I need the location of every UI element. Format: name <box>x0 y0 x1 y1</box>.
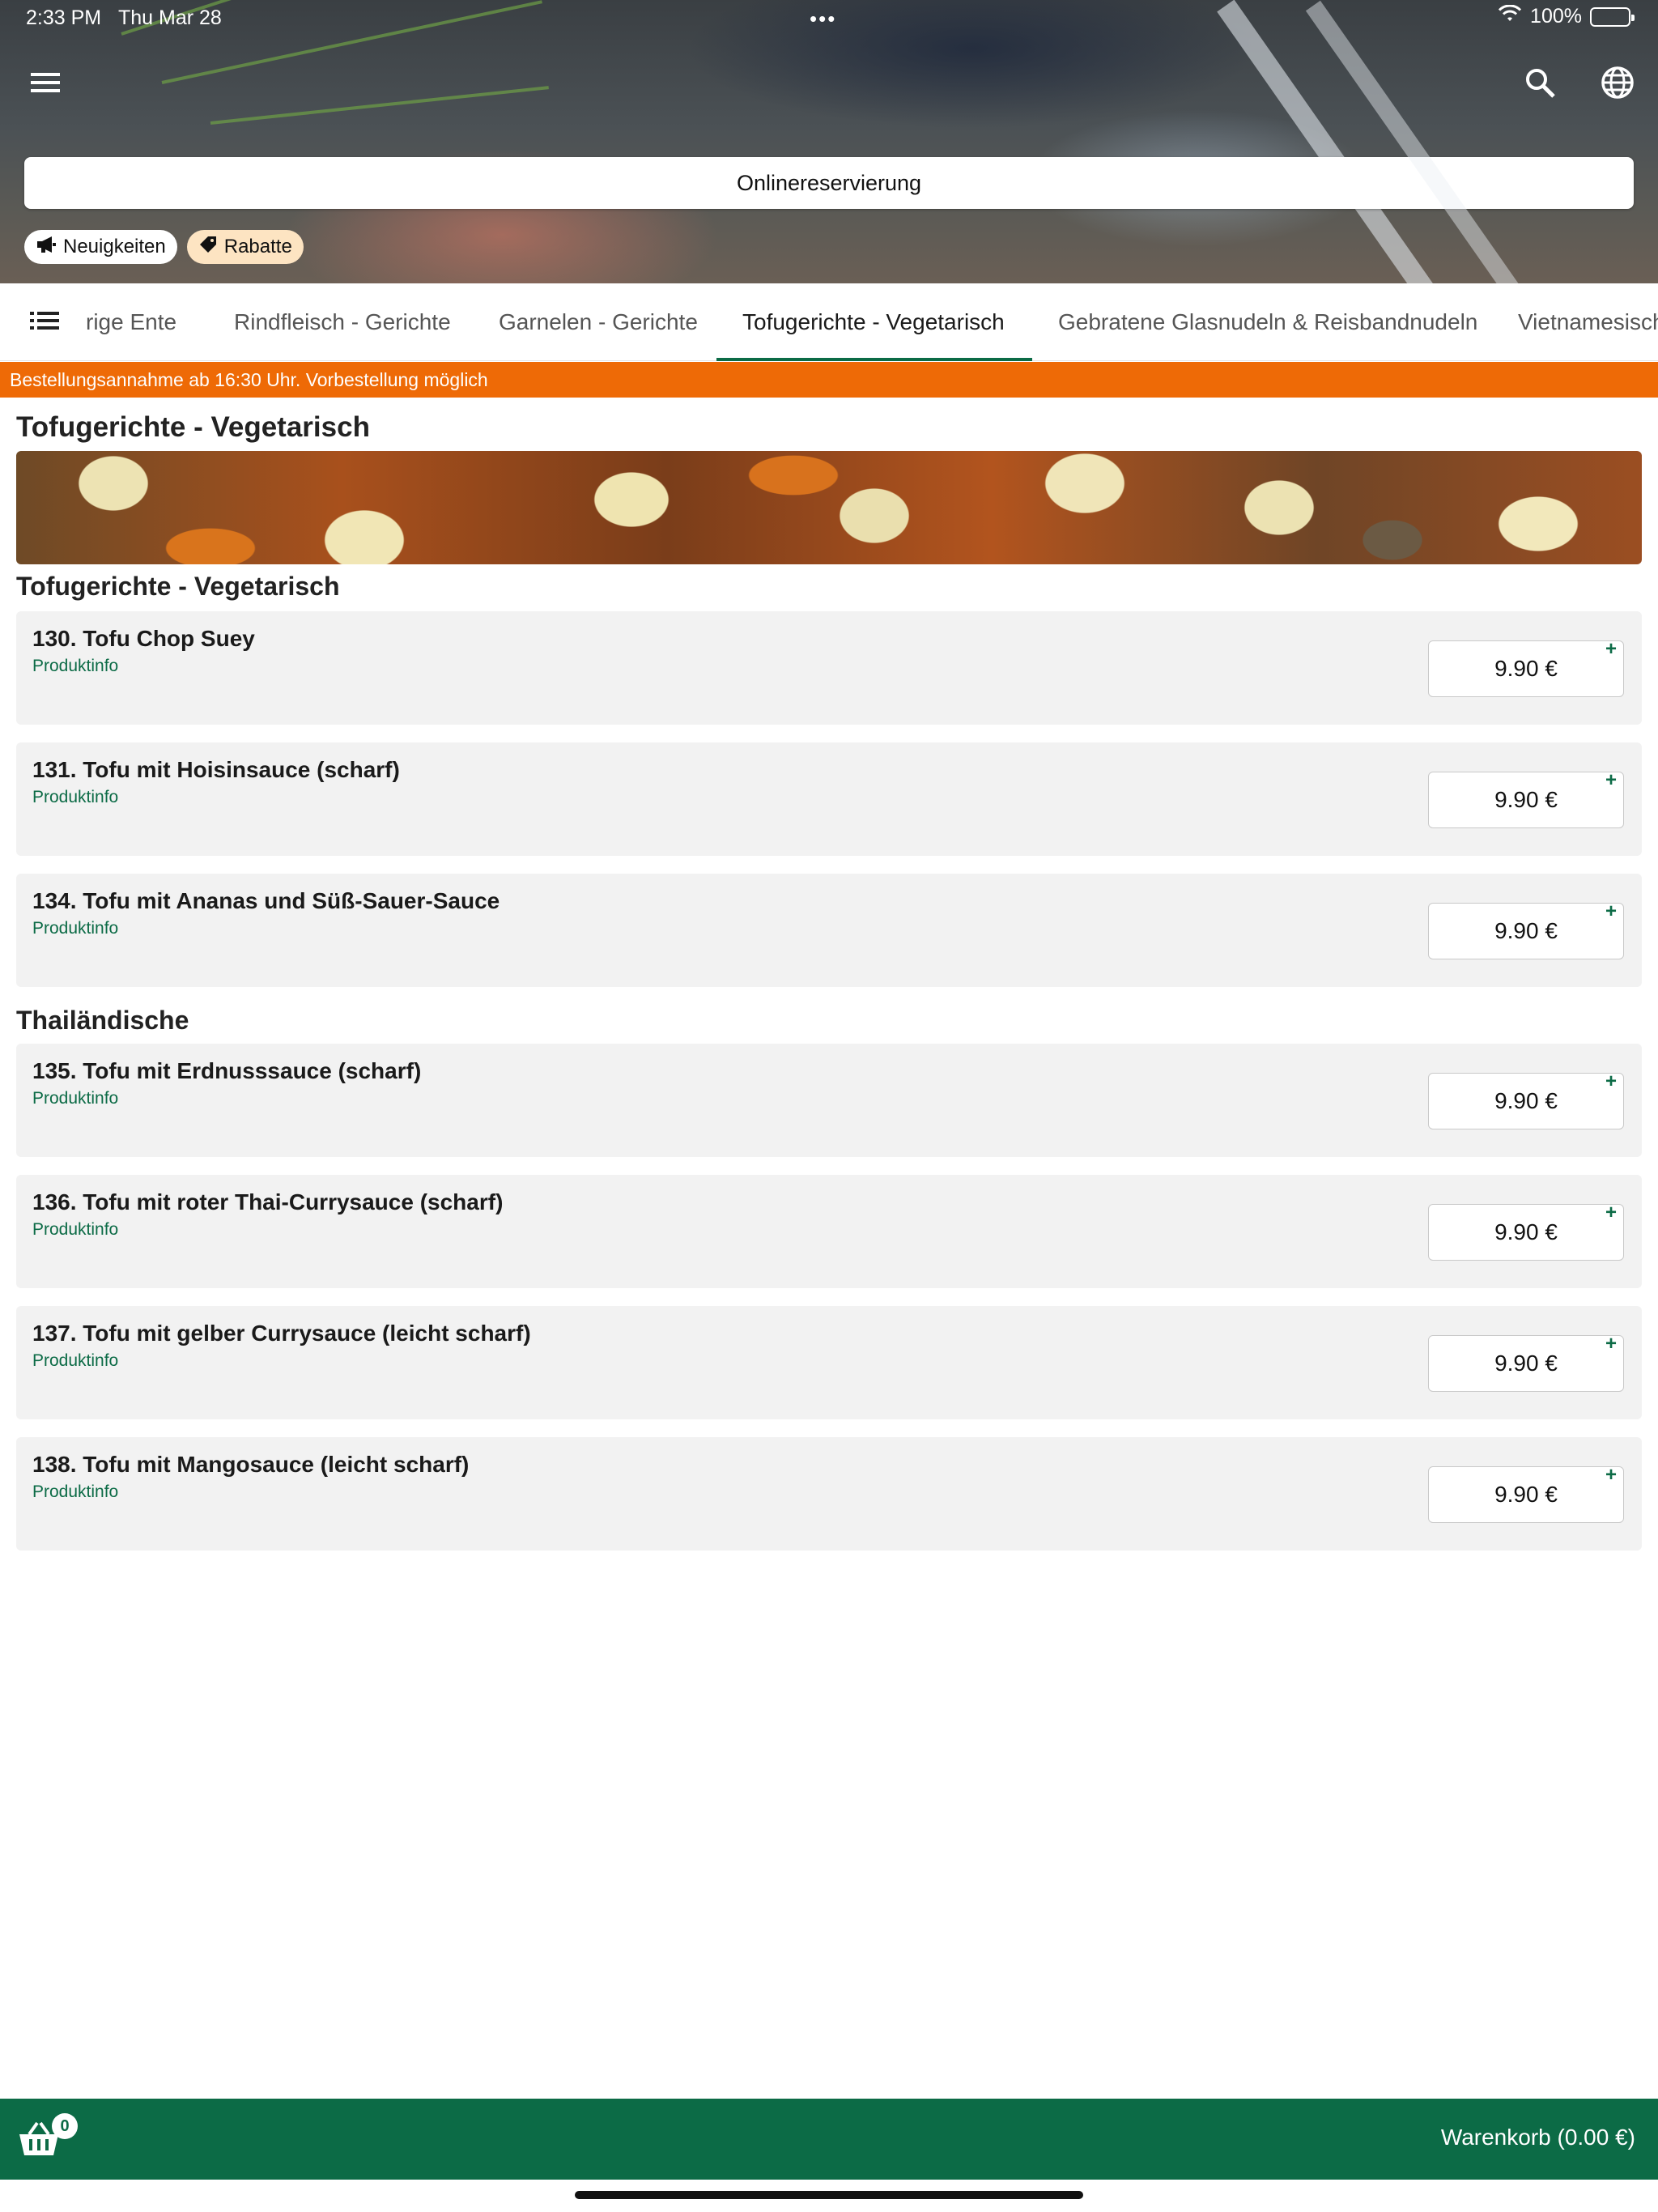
multitasking-dots[interactable]: ••• <box>810 6 836 32</box>
tab-rindfleisch[interactable]: Rindfleisch - Gerichte <box>234 283 451 360</box>
product-info-link[interactable]: Produktinfo <box>32 1089 118 1108</box>
order-notice-banner: Bestellungsannahme ab 16:30 Uhr. Vorbest… <box>0 362 1658 398</box>
header-chips: Neuigkeiten Rabatte <box>24 230 304 264</box>
product-name: 137. Tofu mit gelber Currysauce (leicht … <box>32 1321 531 1346</box>
globe-icon <box>1600 65 1635 104</box>
hamburger-menu-button[interactable] <box>21 60 70 108</box>
product-info-link[interactable]: Produktinfo <box>32 1220 118 1240</box>
tab-tofugerichte[interactable]: Tofugerichte - Vegetarisch <box>742 283 1005 360</box>
tag-icon <box>198 235 218 260</box>
discounts-chip-label: Rabatte <box>223 236 292 257</box>
tab-vietnamesisch[interactable]: Vietnamesisch <box>1518 283 1658 360</box>
product-item[interactable]: 138. Tofu mit Mangosauce (leicht scharf)… <box>16 1437 1642 1551</box>
tab-ente[interactable]: rige Ente <box>86 283 176 360</box>
add-to-cart-button[interactable]: 9.90 € + <box>1428 1333 1624 1392</box>
price-label: 9.90 € <box>1494 918 1558 943</box>
status-time: 2:33 PM <box>26 6 102 29</box>
product-item[interactable]: 136. Tofu mit roter Thai-Currysauce (sch… <box>16 1175 1642 1288</box>
plus-icon: + <box>1605 769 1617 791</box>
news-chip-label: Neuigkeiten <box>63 236 166 257</box>
product-name: 136. Tofu mit roter Thai-Currysauce (sch… <box>32 1189 504 1214</box>
category-banner-image <box>16 451 1642 564</box>
product-item[interactable]: 131. Tofu mit Hoisinsauce (scharf) Produ… <box>16 742 1642 856</box>
price-label: 9.90 € <box>1494 787 1558 812</box>
add-to-cart-button[interactable]: 9.90 € + <box>1428 1464 1624 1523</box>
product-info-link[interactable]: Produktinfo <box>32 788 118 807</box>
product-name: 135. Tofu mit Erdnusssauce (scharf) <box>32 1058 422 1083</box>
online-reservation-label: Onlinereservierung <box>736 170 922 195</box>
plus-icon: + <box>1605 1333 1617 1355</box>
order-notice-text: Bestellungsannahme ab 16:30 Uhr. Vorbest… <box>10 368 488 390</box>
status-right: 100% <box>1498 4 1635 28</box>
add-to-cart-button[interactable]: 9.90 € + <box>1428 638 1624 697</box>
category-list-button[interactable] <box>16 298 73 347</box>
product-info-link[interactable]: Produktinfo <box>32 1482 118 1502</box>
list-icon <box>28 309 61 336</box>
add-to-cart-button[interactable]: 9.90 € + <box>1428 900 1624 959</box>
product-item[interactable]: 134. Tofu mit Ananas und Süß-Sauer-Sauce… <box>16 874 1642 987</box>
category-title: Tofugerichte - Vegetarisch <box>16 411 370 443</box>
status-bar: 2:33 PM Thu Mar 28 ••• 100% <box>0 0 1658 37</box>
plus-icon: + <box>1605 1070 1617 1092</box>
search-button[interactable] <box>1516 60 1564 108</box>
group-title: Tofugerichte - Vegetarisch <box>16 572 340 601</box>
category-tabs: rige Ente Rindfleisch - Gerichte Garnele… <box>0 283 1658 361</box>
search-icon <box>1523 66 1557 104</box>
price-label: 9.90 € <box>1494 1482 1558 1507</box>
cart-count-badge: 0 <box>52 2113 78 2139</box>
tab-glasnudeln[interactable]: Gebratene Glasnudeln & Reisbandnudeln <box>1058 283 1477 360</box>
product-info-link[interactable]: Produktinfo <box>32 657 118 676</box>
product-item[interactable]: 137. Tofu mit gelber Currysauce (leicht … <box>16 1306 1642 1419</box>
plus-icon: + <box>1605 900 1617 922</box>
news-chip[interactable]: Neuigkeiten <box>24 230 177 264</box>
product-item[interactable]: 130. Tofu Chop Suey Produktinfo 9.90 € + <box>16 611 1642 725</box>
price-label: 9.90 € <box>1494 656 1558 681</box>
product-name: 134. Tofu mit Ananas und Süß-Sauer-Sauce <box>32 888 500 913</box>
herb-decoration <box>210 86 549 125</box>
group-title: Thailändische <box>16 1006 189 1035</box>
add-to-cart-button[interactable]: 9.90 € + <box>1428 1202 1624 1261</box>
online-reservation-button[interactable]: Onlinereservierung <box>24 157 1634 209</box>
status-date: Thu Mar 28 <box>118 6 222 29</box>
hamburger-icon <box>29 70 62 99</box>
language-button[interactable] <box>1593 60 1642 108</box>
plus-icon: + <box>1605 1464 1617 1486</box>
price-label: 9.90 € <box>1494 1088 1558 1113</box>
product-info-link[interactable]: Produktinfo <box>32 1351 118 1371</box>
product-item[interactable]: 135. Tofu mit Erdnusssauce (scharf) Prod… <box>16 1044 1642 1157</box>
wifi-icon <box>1498 4 1522 28</box>
battery-percent: 100% <box>1530 5 1582 28</box>
home-indicator[interactable] <box>575 2191 1083 2199</box>
tab-garnelen[interactable]: Garnelen - Gerichte <box>499 283 698 360</box>
price-label: 9.90 € <box>1494 1351 1558 1376</box>
add-to-cart-button[interactable]: 9.90 € + <box>1428 769 1624 828</box>
cart-bar[interactable]: 0 Warenkorb (0.00 €) <box>0 2099 1658 2180</box>
plus-icon: + <box>1605 1202 1617 1223</box>
product-name: 138. Tofu mit Mangosauce (leicht scharf) <box>32 1452 470 1477</box>
product-name: 130. Tofu Chop Suey <box>32 626 255 651</box>
product-info-link[interactable]: Produktinfo <box>32 919 118 938</box>
discounts-chip[interactable]: Rabatte <box>186 230 304 264</box>
add-to-cart-button[interactable]: 9.90 € + <box>1428 1070 1624 1129</box>
plus-icon: + <box>1605 638 1617 660</box>
megaphone-icon <box>36 235 57 260</box>
battery-icon <box>1590 6 1635 27</box>
price-label: 9.90 € <box>1494 1219 1558 1244</box>
active-tab-indicator <box>716 358 1032 361</box>
product-name: 131. Tofu mit Hoisinsauce (scharf) <box>32 757 400 782</box>
cart-total-label: Warenkorb (0.00 €) <box>1440 2125 1635 2150</box>
header-hero: 2:33 PM Thu Mar 28 ••• 100% Onlinereserv… <box>0 0 1658 283</box>
